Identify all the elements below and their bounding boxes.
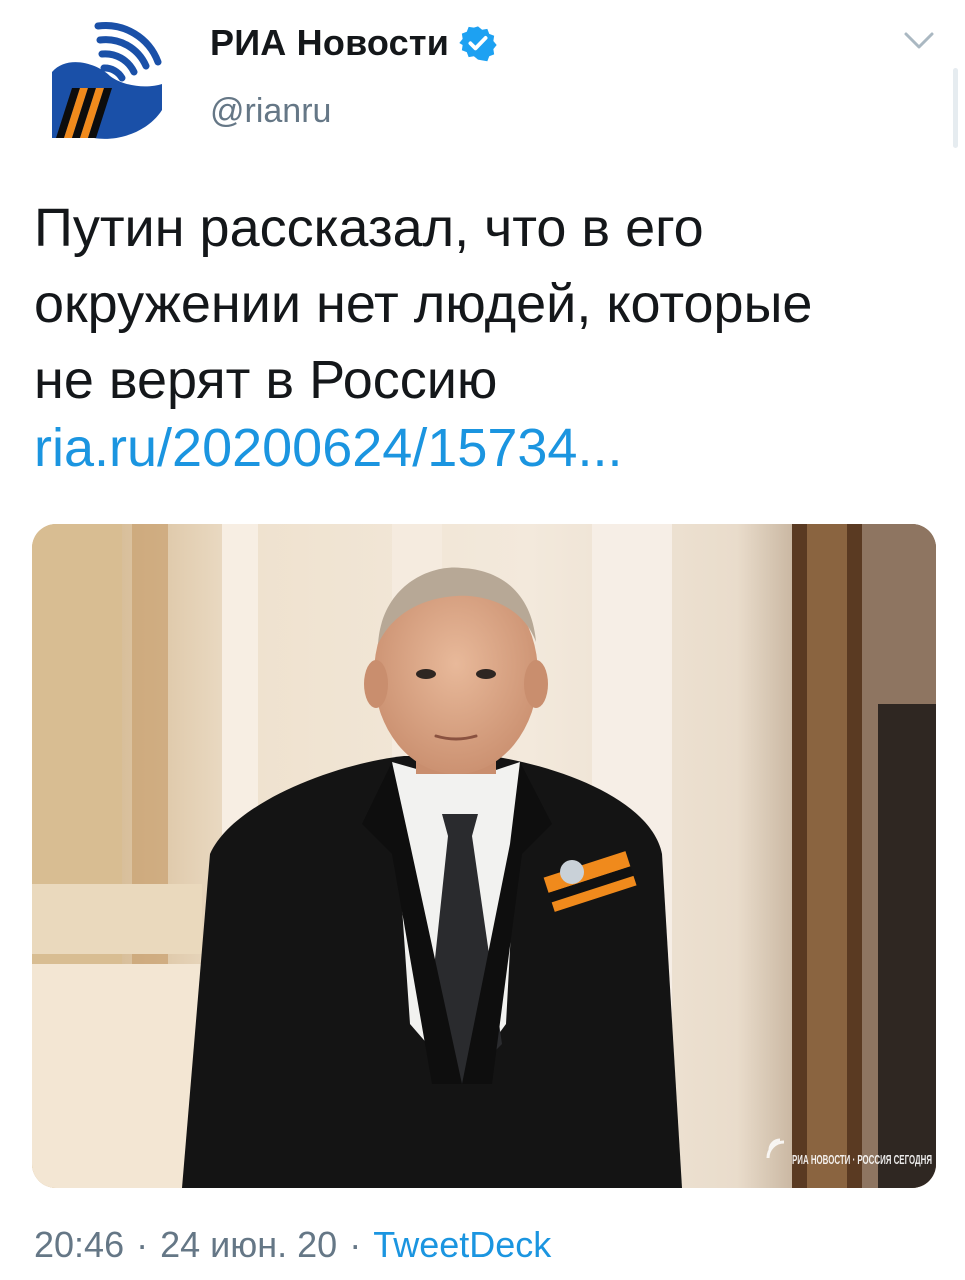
tweet-meta: 20:46 · 24 июн. 20 · TweetDeck: [34, 1224, 551, 1266]
ria-novosti-logo-icon[interactable]: [38, 14, 170, 146]
chevron-down-icon[interactable]: [900, 28, 938, 54]
meta-separator: ·: [349, 1224, 362, 1265]
tweet-photo[interactable]: РИА НОВОСТИ · РОССИЯ СЕГОДНЯ: [32, 524, 936, 1188]
display-name[interactable]: РИА Новости: [210, 22, 449, 64]
account-handle[interactable]: @rianru: [210, 92, 331, 131]
tweet-link[interactable]: ria.ru/20200624/15734...: [34, 410, 622, 486]
tweet-source-link[interactable]: TweetDeck: [373, 1224, 551, 1266]
photo-watermark: РИА НОВОСТИ · РОССИЯ СЕГОДНЯ: [792, 1152, 932, 1167]
tweet-text: Путин рассказал, что в его окружении нет…: [34, 198, 813, 410]
tweet-time[interactable]: 20:46: [34, 1224, 124, 1266]
scrollbar[interactable]: [953, 68, 958, 148]
verified-badge-icon: [459, 24, 497, 62]
meta-separator: ·: [136, 1224, 149, 1265]
tweet-card: РИА Новости @rianru Путин рассказал, что…: [0, 0, 965, 1280]
account-name-row[interactable]: РИА Новости: [210, 22, 497, 64]
tweet-date[interactable]: 24 июн. 20: [160, 1224, 337, 1266]
